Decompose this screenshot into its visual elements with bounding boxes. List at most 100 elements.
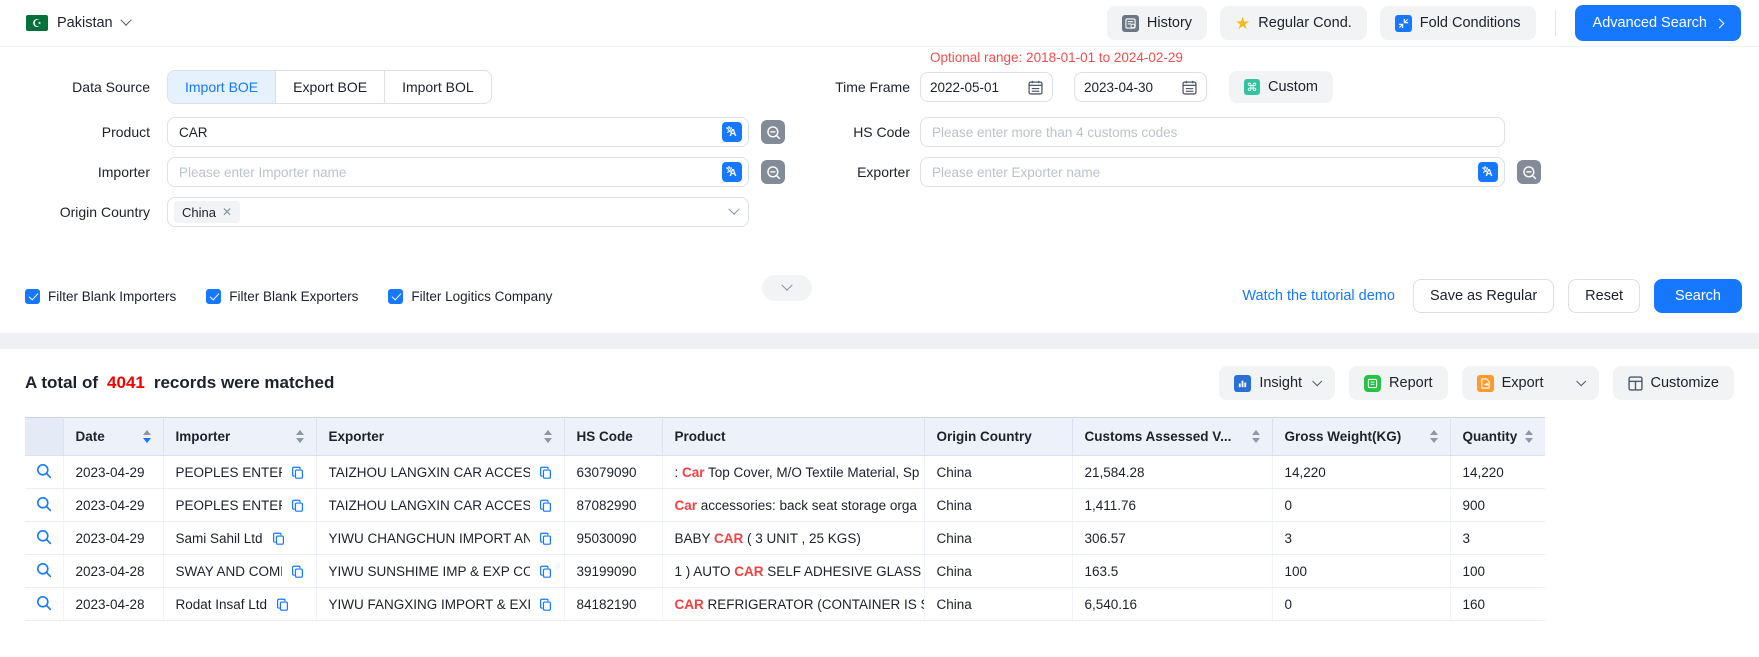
copy-icon[interactable] [291,466,304,479]
tab-label: Import BOL [402,79,474,95]
search-actions: Watch the tutorial demo Save as Regular … [1242,279,1759,313]
custom-icon: ⌘ [1244,79,1260,95]
checkbox-icon [206,289,221,304]
remove-tag-icon[interactable]: ✕ [222,205,232,219]
importer-field: A [167,157,749,187]
date-end-input[interactable] [1084,80,1166,95]
copy-icon[interactable] [291,499,304,512]
sort-icon[interactable] [135,430,151,443]
importer-label: Importer [0,164,150,180]
reset-button[interactable]: Reset [1568,279,1640,313]
exporter-label: Exporter [790,164,910,180]
tab-export-boe[interactable]: Export BOE [276,71,385,103]
filter-blank-exporters-checkbox[interactable]: Filter Blank Exporters [206,289,358,304]
product-input[interactable] [168,118,748,146]
row-search-icon[interactable] [36,463,52,479]
column-header-customs[interactable]: Customs Assessed V... [1072,418,1272,456]
date-start-input[interactable] [930,80,1012,95]
row-search-icon[interactable] [36,529,52,545]
sort-icon[interactable] [1422,430,1438,443]
column-header-origin: Origin Country [924,418,1072,456]
product-keyword-highlight: CAR [675,597,704,612]
history-button[interactable]: History [1107,6,1207,40]
table-row: 2023-04-29PEOPLES ENTERPRTAIZHOU LANGXIN… [25,489,1545,522]
report-button[interactable]: Report [1349,366,1448,400]
column-label: Origin Country [937,429,1032,444]
cell-tools[interactable] [25,456,63,489]
sort-icon[interactable] [288,430,304,443]
cell-tools[interactable] [25,555,63,588]
data-source-tabs: Import BOE Export BOE Import BOL [167,70,492,104]
row-datasource-timeframe: Data Source Import BOE Export BOE Import… [0,70,1759,104]
cell-hs: 63079090 [564,456,662,489]
origin-country-select[interactable]: China ✕ [167,197,749,227]
row-search-icon[interactable] [36,595,52,611]
fuzzy-match-icon[interactable] [761,120,785,144]
column-header-qty[interactable]: Quantity [1450,418,1545,456]
copy-icon[interactable] [276,598,289,611]
table-body: 2023-04-29PEOPLES ENTERPRTAIZHOU LANGXIN… [25,456,1545,621]
cell-tools[interactable] [25,588,63,621]
exporter-name: TAIZHOU LANGXIN CAR ACCESSO [329,465,530,480]
exporter-input[interactable] [921,158,1504,186]
column-header-importer[interactable]: Importer [163,418,316,456]
country-selector[interactable]: ☪ Pakistan [26,15,130,31]
results-header: A total of 4041 records were matched Ins… [25,365,1734,401]
hs-code-input[interactable] [921,118,1504,146]
table-row: 2023-04-29PEOPLES ENTERPRTAIZHOU LANGXIN… [25,456,1545,489]
filter-logitics-company-checkbox[interactable]: Filter Logitics Company [388,289,552,304]
export-button[interactable]: Export [1462,366,1599,400]
date-start-field[interactable] [920,72,1053,102]
tab-import-boe[interactable]: Import BOE [168,71,276,103]
custom-range-button[interactable]: ⌘ Custom [1229,71,1333,103]
column-header-date[interactable]: Date [63,418,163,456]
cell-product: Car accessories: back seat storage orga [662,489,924,522]
copy-icon[interactable] [539,598,552,611]
translate-icon[interactable]: A [722,162,742,182]
date-end-field[interactable] [1074,72,1207,102]
copy-icon[interactable] [539,565,552,578]
column-header-gross[interactable]: Gross Weight(KG) [1272,418,1450,456]
cell-importer: SWAY AND COMPA [163,555,316,588]
cell-qty: 14,220 [1450,456,1545,489]
exporter-name: YIWU FANGXING IMPORT & EXPO [329,597,530,612]
cell-customs: 21,584.28 [1072,456,1272,489]
tab-import-bol[interactable]: Import BOL [385,71,491,103]
search-button[interactable]: Search [1654,279,1742,313]
filter-blank-importers-checkbox[interactable]: Filter Blank Importers [25,289,176,304]
cell-tools[interactable] [25,522,63,555]
copy-icon[interactable] [539,499,552,512]
copy-icon[interactable] [539,466,552,479]
row-search-icon[interactable] [36,496,52,512]
insight-button[interactable]: Insight [1219,366,1335,400]
cell-tools[interactable] [25,489,63,522]
topbar: ☪ Pakistan History ★ Regular Cond. Fold … [0,0,1759,47]
copy-icon[interactable] [539,532,552,545]
advanced-search-button[interactable]: Advanced Search [1575,5,1741,41]
tutorial-link[interactable]: Watch the tutorial demo [1242,288,1395,304]
collapse-conditions-button[interactable] [762,275,812,301]
sort-icon[interactable] [536,430,552,443]
column-header-exporter[interactable]: Exporter [316,418,564,456]
cell-origin: China [924,456,1072,489]
translate-icon[interactable]: A [722,122,742,142]
sort-icon[interactable] [1517,430,1533,443]
history-icon [1122,15,1139,32]
importer-input[interactable] [168,158,748,186]
cell-gross: 0 [1272,489,1450,522]
customize-button[interactable]: Customize [1613,366,1735,400]
regular-cond-button[interactable]: ★ Regular Cond. [1220,6,1367,40]
fuzzy-match-icon[interactable] [761,160,785,184]
fold-conditions-button[interactable]: Fold Conditions [1380,6,1536,40]
sort-icon[interactable] [1244,430,1260,443]
tab-label: Import BOE [185,79,258,95]
table-row: 2023-04-28SWAY AND COMPAYIWU SUNSHIME IM… [25,555,1545,588]
copy-icon[interactable] [272,532,285,545]
row-search-icon[interactable] [36,562,52,578]
cell-hs: 87082990 [564,489,662,522]
fuzzy-match-icon[interactable] [1517,160,1541,184]
save-as-regular-button[interactable]: Save as Regular [1413,279,1554,313]
copy-icon[interactable] [291,565,304,578]
time-frame-label: Time Frame [790,79,910,95]
translate-icon[interactable]: A [1478,162,1498,182]
